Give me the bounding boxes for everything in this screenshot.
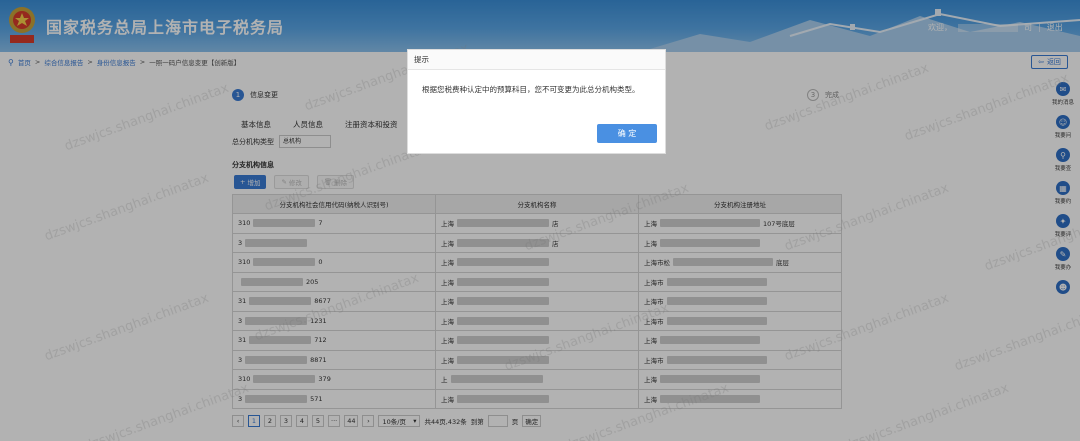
watermark-text: dzswjcs.shanghai.chinatax — [902, 70, 1071, 145]
watermark-text: dzswjcs.shanghai.chinatax — [782, 180, 951, 255]
alert-dialog: 提示 根据您税费种认定中的预算科目，您不可变更为此总分机构类型。 确 定 — [407, 49, 666, 154]
watermark-text: dzswjcs.shanghai.chinatax — [62, 80, 231, 155]
dialog-ok-button[interactable]: 确 定 — [597, 124, 657, 143]
watermark-text: dzswjcs.shanghai.chinatax — [762, 60, 931, 135]
watermark-text: dzswjcs.shanghai.chinatax — [42, 290, 211, 365]
watermark-text: dzswjcs.shanghai.chinatax — [522, 180, 691, 255]
dialog-message: 根据您税费种认定中的预算科目，您不可变更为此总分机构类型。 — [422, 85, 640, 94]
watermark-text: dzswjcs.shanghai.chinatax — [782, 290, 951, 365]
watermark-text: dzswjcs.shanghai.chinatax — [82, 380, 251, 441]
dialog-title: 提示 — [408, 50, 665, 70]
watermark-text: dzswjcs.shanghai.chinatax — [262, 140, 431, 215]
watermark-text: dzswjcs.shanghai.chinatax — [42, 170, 211, 245]
watermark-text: dzswjcs.shanghai.chinatax — [252, 270, 421, 345]
watermark-text: dzswjcs.shanghai.chinatax — [952, 300, 1080, 375]
watermark-text: dzswjcs.shanghai.chinatax — [562, 380, 731, 441]
watermark-text: dzswjcs.shanghai.chinatax — [502, 300, 671, 375]
watermark-text: dzswjcs.shanghai.chinatax — [842, 380, 1011, 441]
watermark-text: dzswjcs.shanghai.chinatax — [982, 200, 1080, 275]
